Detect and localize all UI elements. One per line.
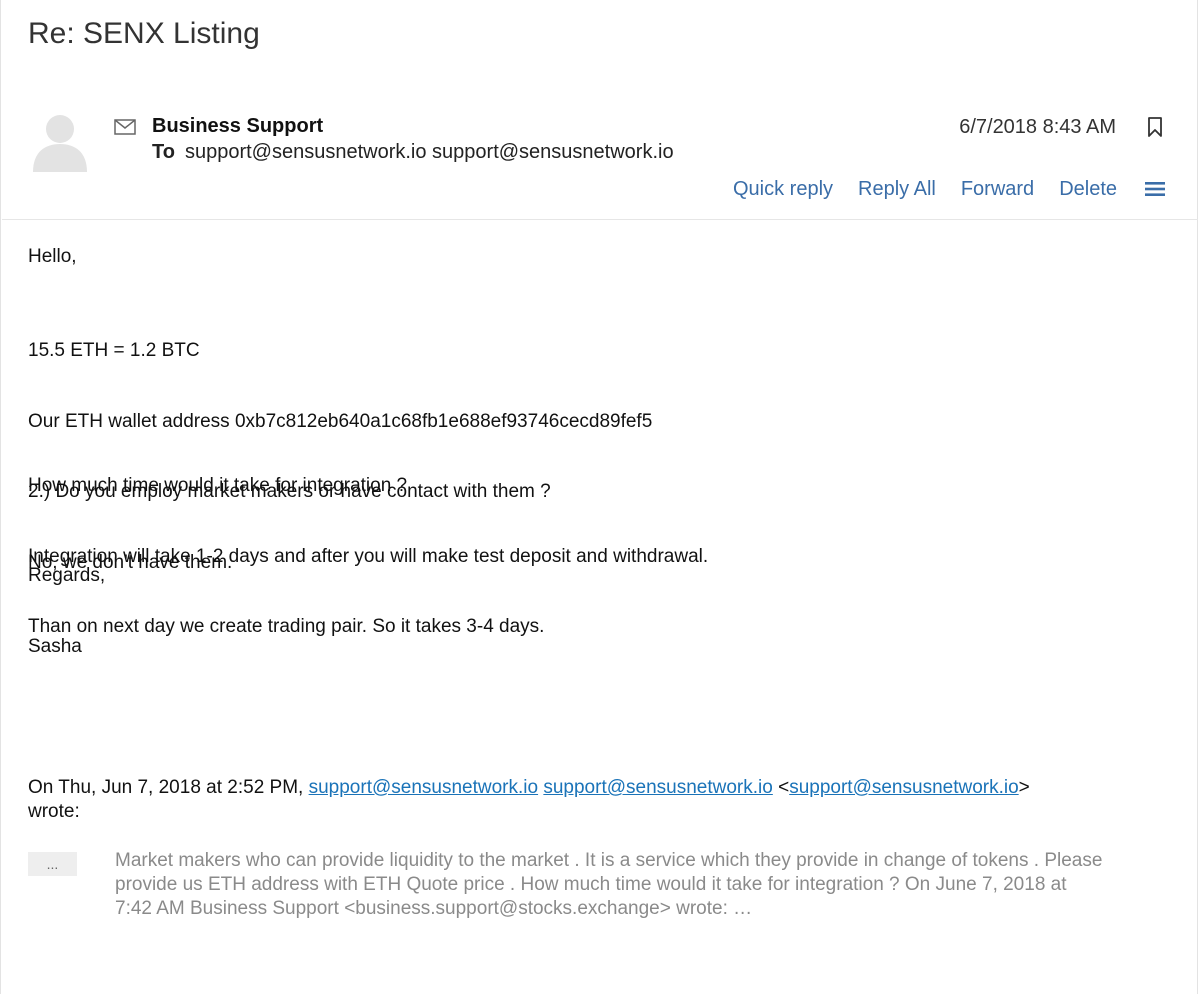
quote-bracket: > xyxy=(1018,777,1030,798)
body-line: 15.5 ETH = 1.2 BTC xyxy=(28,340,200,361)
quote-bracket: < xyxy=(772,777,790,798)
hamburger-menu-icon[interactable] xyxy=(1145,181,1165,197)
signature: Sasha xyxy=(28,635,82,657)
recipients-line: To support@sensusnetwork.io support@sensu… xyxy=(152,141,674,164)
to-label: To xyxy=(152,141,175,163)
email-date: 6/7/2018 8:43 AM xyxy=(959,116,1116,138)
email-actions: Quick reply Reply All Forward Delete xyxy=(733,178,1117,201)
quote-suffix: wrote: xyxy=(28,801,80,822)
body-line: Integration will take 1-2 days and after… xyxy=(28,545,709,567)
quoted-message-text: Market makers who can provide liquidity … xyxy=(115,850,1103,919)
body-greeting: Hello, xyxy=(28,246,77,267)
quote-email-link[interactable]: support@sensusnetwork.io xyxy=(309,777,538,798)
body-paragraph-2: How much time would it take for integrat… xyxy=(28,427,708,686)
email-view: Re: SENX Listing Business Support To supp… xyxy=(0,0,1198,994)
body-signoff: Regards, Sasha xyxy=(28,517,105,705)
email-subject: Re: SENX Listing xyxy=(28,17,260,50)
body-line: Than on next day we create trading pair.… xyxy=(28,616,545,637)
body-line: How much time would it take for integrat… xyxy=(28,475,408,496)
user-avatar-icon xyxy=(33,115,87,172)
show-trimmed-content-button[interactable]: ... xyxy=(28,852,77,876)
forward-button[interactable]: Forward xyxy=(961,178,1034,201)
delete-button[interactable]: Delete xyxy=(1059,178,1117,201)
reply-all-button[interactable]: Reply All xyxy=(858,178,936,201)
quote-email-link[interactable]: support@sensusnetwork.io xyxy=(543,777,772,798)
header-divider xyxy=(2,219,1198,220)
bookmark-icon[interactable] xyxy=(1147,117,1163,137)
envelope-icon xyxy=(114,119,136,135)
quote-attribution: On Thu, Jun 7, 2018 at 2:52 PM, support@… xyxy=(28,776,1128,824)
quick-reply-button[interactable]: Quick reply xyxy=(733,178,833,201)
closing: Regards, xyxy=(28,565,106,586)
quote-email-link[interactable]: support@sensusnetwork.io xyxy=(789,777,1018,798)
recipients-value[interactable]: support@sensusnetwork.io support@sensusn… xyxy=(185,141,674,163)
quote-prefix: On Thu, Jun 7, 2018 at 2:52 PM, xyxy=(28,777,309,798)
sender-name[interactable]: Business Support xyxy=(152,115,323,138)
